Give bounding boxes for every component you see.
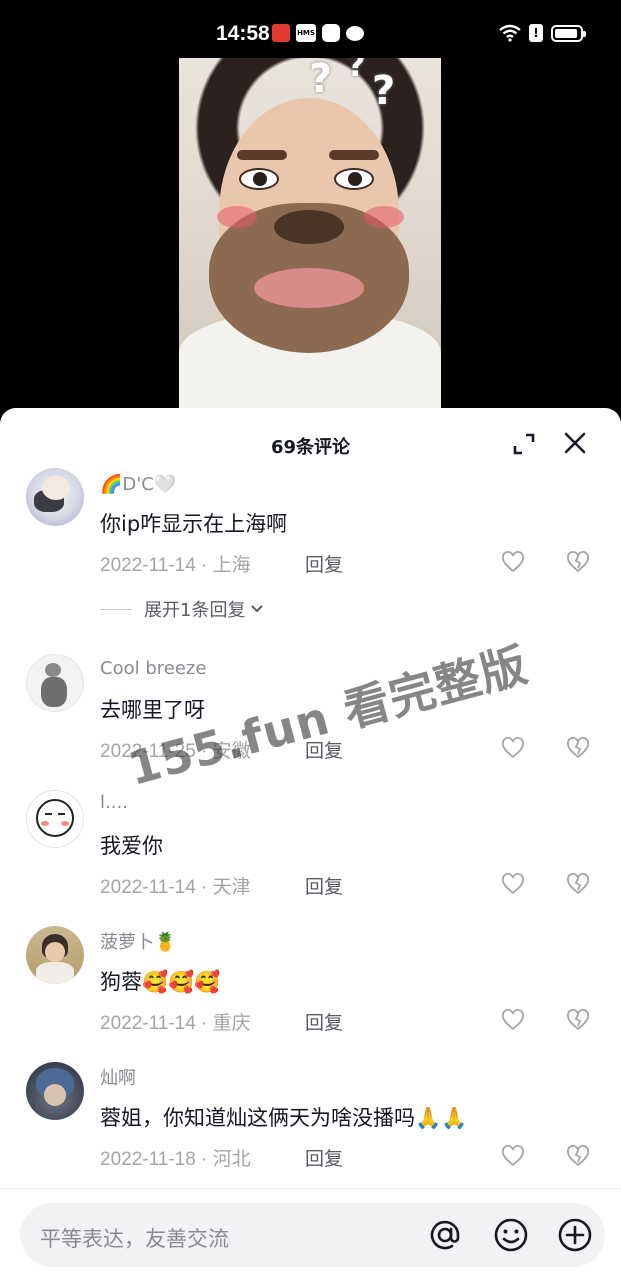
comment-input[interactable]: 平等表达，友善交流 — [20, 1203, 605, 1267]
status-bar: 14:58 HMS ! — [0, 0, 621, 58]
chat-bubble-icon — [346, 25, 364, 41]
video-player[interactable]: ? ? ? — [0, 58, 621, 410]
emoji-icon[interactable] — [492, 1216, 530, 1254]
divider — [100, 608, 132, 610]
broken-heart-icon[interactable] — [566, 550, 590, 574]
avatar[interactable] — [26, 654, 84, 712]
comment-date: 2022-11-14 — [100, 877, 196, 898]
dog-filter-nose — [274, 210, 344, 244]
comment-location: 河北 — [212, 1149, 251, 1170]
comment-location: 天津 — [212, 877, 251, 898]
comment-username[interactable]: Cool breeze — [100, 658, 206, 679]
comment-meta: 2022-11-14 · 重庆 — [100, 1008, 251, 1035]
comment-text: 狗蓉🥰🥰🥰 — [100, 970, 221, 994]
left-eye — [239, 168, 279, 190]
avatar[interactable] — [26, 926, 84, 984]
heart-icon[interactable] — [501, 1008, 525, 1032]
right-brow — [329, 150, 379, 160]
comment-meta: 2022-11-14 · 上海 — [100, 550, 251, 577]
at-icon[interactable] — [426, 1216, 464, 1254]
broken-heart-icon[interactable] — [566, 1008, 590, 1032]
mouth — [254, 268, 364, 308]
avatar[interactable] — [26, 790, 84, 848]
comment-input-bar: 平等表达，友善交流 — [0, 1188, 621, 1280]
broken-heart-icon[interactable] — [566, 736, 590, 760]
comment-text: 我爱你 — [100, 834, 163, 858]
meta-separator: · — [195, 877, 213, 898]
reply-button[interactable]: 回复 — [305, 1144, 343, 1171]
status-time: 14:58 — [216, 22, 270, 45]
hms-icon: HMS — [296, 24, 316, 42]
comment-sheet: 69条评论 🌈D'C🤍 你ip咋显示在上海啊 2022-11-14 · 上海 回… — [0, 408, 621, 1280]
input-placeholder: 平等表达，友善交流 — [40, 1227, 229, 1251]
notification-icons: HMS — [272, 24, 364, 42]
meta-separator: · — [195, 1149, 213, 1170]
broken-heart-icon[interactable] — [566, 1144, 590, 1168]
reply-button[interactable]: 回复 — [305, 872, 343, 899]
chevron-down-icon — [251, 605, 264, 613]
wifi-icon — [499, 24, 521, 42]
comment-username[interactable]: 灿啊 — [100, 1064, 136, 1090]
comment-date: 2022-11-14 — [100, 555, 196, 576]
alert-icon: ! — [529, 24, 543, 42]
meta-separator: · — [195, 555, 213, 576]
heart-icon[interactable] — [501, 1144, 525, 1168]
right-cheek — [364, 206, 404, 228]
heart-icon[interactable] — [501, 736, 525, 760]
comment-username[interactable]: 菠萝卜🍍 — [100, 928, 176, 954]
avatar[interactable] — [26, 1062, 84, 1120]
meta-separator: · — [195, 1013, 213, 1034]
heart-icon[interactable] — [501, 550, 525, 574]
video-frame: ? ? ? — [179, 58, 441, 410]
app-notification-icon — [272, 24, 290, 42]
battery-icon — [551, 24, 586, 42]
avatar[interactable] — [26, 468, 84, 526]
question-marks-sticker: ? ? ? — [309, 58, 396, 114]
comment-username[interactable]: l.... — [100, 792, 128, 813]
reply-button[interactable]: 回复 — [305, 1008, 343, 1035]
expand-replies-label: 展开1条回复 — [144, 600, 246, 621]
comment-text: 你ip咋显示在上海啊 — [100, 512, 288, 536]
heart-icon[interactable] — [501, 872, 525, 896]
plus-icon[interactable] — [556, 1216, 594, 1254]
hexagon-app-icon — [322, 24, 340, 42]
comment-username[interactable]: 🌈D'C🤍 — [100, 474, 176, 495]
right-eye — [334, 168, 374, 190]
reply-button[interactable]: 回复 — [305, 550, 343, 577]
comment-date: 2022-11-18 — [100, 1149, 196, 1170]
system-icons: ! — [499, 24, 586, 42]
expand-replies-button[interactable]: 展开1条回复 — [100, 596, 265, 622]
comment-location: 上海 — [212, 555, 251, 576]
comment-meta: 2022-11-18 · 河北 — [100, 1144, 251, 1171]
comment-meta: 2022-11-14 · 天津 — [100, 872, 251, 899]
comment-location: 重庆 — [212, 1013, 251, 1034]
left-cheek — [217, 206, 257, 228]
comment-text: 蓉姐，你知道灿这俩天为啥没播吗🙏🙏 — [100, 1106, 468, 1130]
left-brow — [237, 150, 287, 160]
broken-heart-icon[interactable] — [566, 872, 590, 896]
expand-icon[interactable] — [512, 432, 536, 456]
comment-date: 2022-11-14 — [100, 1013, 196, 1034]
close-icon[interactable] — [562, 430, 588, 456]
